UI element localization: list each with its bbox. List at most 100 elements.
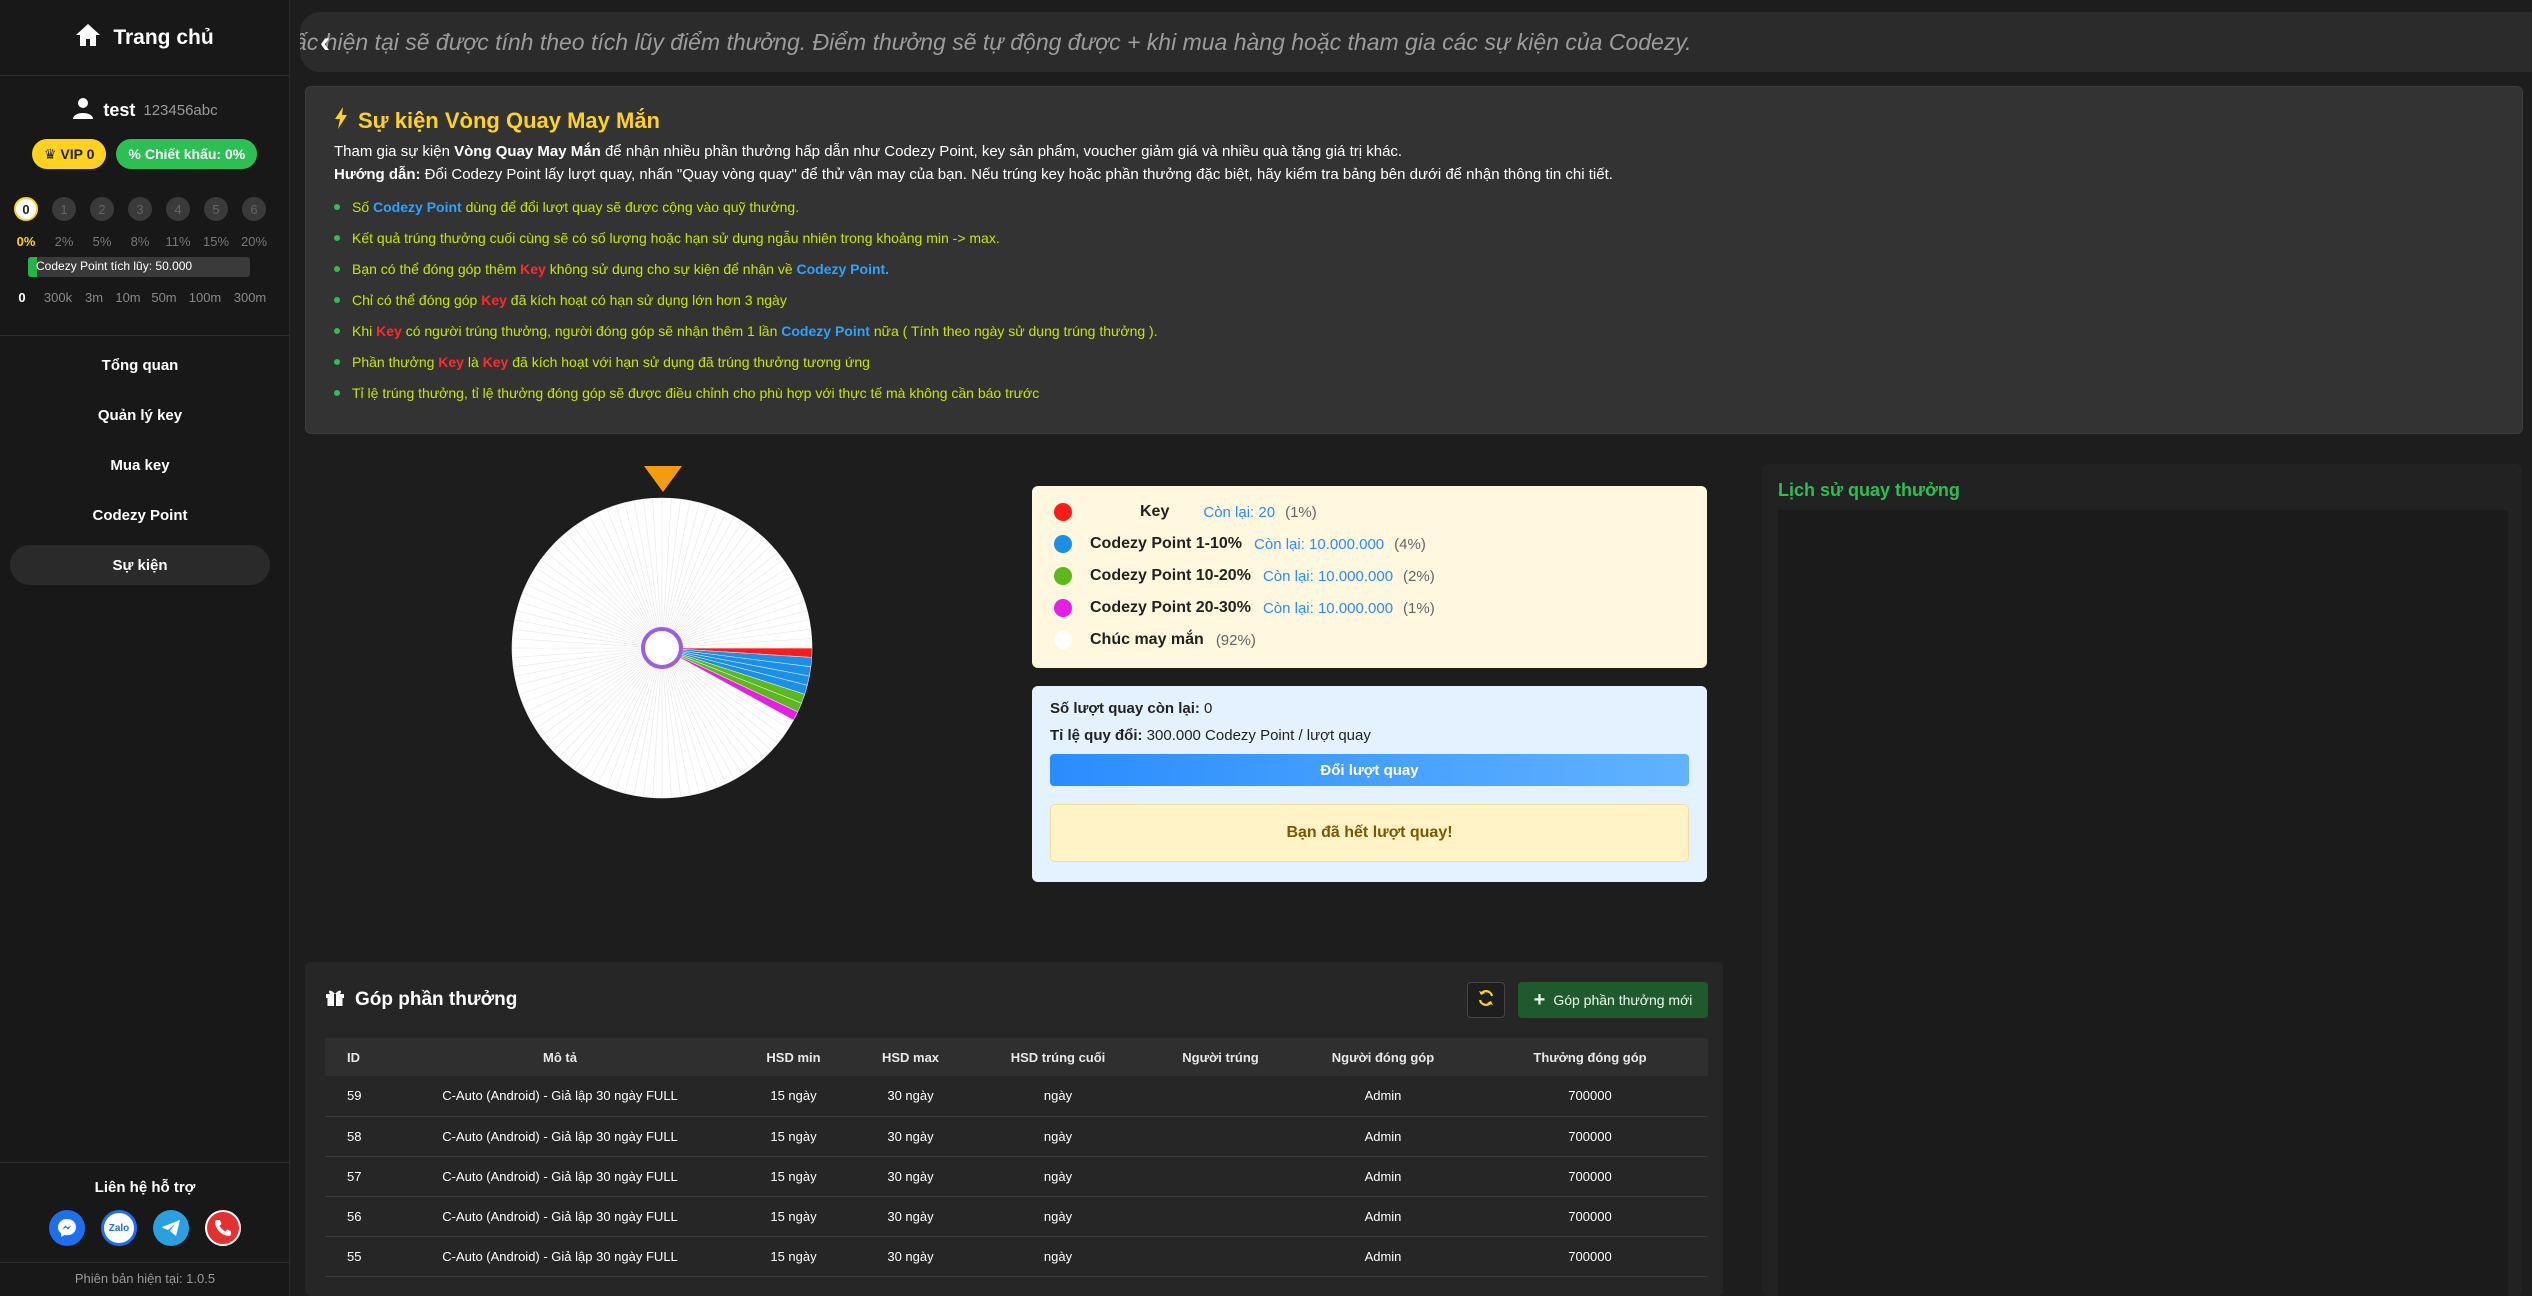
nav-item-codezy-point[interactable]: Codezy Point [10,495,270,535]
table-cell [1147,1076,1294,1117]
level-2: 2 [90,197,114,221]
support-section: Liên hệ hỗ trợ Zalo [0,1162,290,1246]
col-winner: Người trúng [1147,1038,1294,1076]
table-cell: ngày [969,1116,1147,1157]
level-3: 3 [128,197,152,221]
out-of-spins-message: Bạn đã hết lượt quay! [1050,804,1689,862]
legend-row-good-luck: Chúc may mắn (92%) [1054,624,1685,656]
table-cell: 700000 [1472,1076,1708,1117]
nav-item-buy-key[interactable]: Mua key [10,445,270,485]
table-cell: Admin [1294,1156,1472,1197]
level-percent-2: 5% [92,234,112,249]
table-row[interactable]: 58 C-Auto (Android) - Giả lập 30 ngày FUL… [325,1116,1708,1157]
sidebar-collapse-icon[interactable]: ‹ [320,26,330,60]
user-icon [71,96,95,125]
table-cell: C-Auto (Android) - Giả lập 30 ngày FULL [385,1076,735,1117]
table-cell [1147,1236,1294,1277]
plus-icon: + [1533,988,1546,1011]
table-cell: 15 ngày [735,1196,852,1237]
event-info-panel: Sự kiện Vòng Quay May Mắn Tham gia sự ki… [305,86,2523,434]
level-0: 0 [14,197,38,221]
user-id: 123456abc [143,102,218,119]
vip-badge: ♛ VIP 0 [31,139,107,169]
prize-legend: Key Còn lại: 20 (1%) Codezy Point 1-10% … [1032,486,1707,668]
telegram-icon[interactable] [153,1210,189,1246]
exchange-spins-button[interactable]: Đổi lượt quay [1050,754,1689,786]
table-row[interactable]: 56 C-Auto (Android) - Giả lập 30 ngày FUL… [325,1196,1708,1237]
rule-item: Chỉ có thể đóng góp Key đã kích hoạt có … [334,292,2494,308]
table-cell: Admin [1294,1196,1472,1237]
legend-row-key: Key Còn lại: 20 (1%) [1054,496,1685,528]
level-4: 4 [166,197,190,221]
remaining-spins: Số lượt quay còn lại: 0 [1050,700,1213,717]
wheel-hub[interactable] [641,627,683,669]
table-cell: 700000 [1472,1196,1708,1237]
table-cell [1147,1156,1294,1197]
level-percent-1: 2% [54,234,74,249]
table-row[interactable]: 57 C-Auto (Android) - Giả lập 30 ngày FUL… [325,1156,1708,1197]
event-title-text: Sự kiện Vòng Quay May Mắn [358,108,660,133]
lucky-wheel[interactable] [510,466,814,806]
legend-row-point-1-10: Codezy Point 1-10% Còn lại: 10.000.000 (… [1054,528,1685,560]
zalo-icon[interactable]: Zalo [101,1210,137,1246]
table-cell: 30 ngày [852,1076,969,1117]
table-row[interactable]: 59 C-Auto (Android) - Giả lập 30 ngày FUL… [325,1076,1708,1117]
home-icon [75,23,101,53]
percent-icon: % [128,146,141,162]
col-id: ID [325,1038,385,1076]
table-cell: 57 [325,1156,385,1197]
contribution-title-text: Góp phần thưởng [355,989,518,1010]
table-cell: ngày [969,1196,1147,1237]
refresh-button[interactable] [1467,982,1505,1018]
sidebar-nav: Tổng quan Quản lý key Mua key Codezy Poi… [10,345,270,595]
legend-dot [1054,599,1072,617]
table-cell: Admin [1294,1116,1472,1157]
nav-item-overview[interactable]: Tổng quan [10,345,270,385]
table-cell: 59 [325,1076,385,1117]
col-description: Mô tả [385,1038,735,1076]
table-cell: C-Auto (Android) - Giả lập 30 ngày FULL [385,1116,735,1157]
username: test [103,100,136,120]
table-row[interactable]: 55 C-Auto (Android) - Giả lập 30 ngày FUL… [325,1236,1708,1277]
rule-item: Tỉ lệ trúng thưởng, tỉ lệ thưởng đóng gó… [334,385,2494,401]
points-progress-text: Codezy Point tích lũy: 50.000 [36,259,193,273]
nav-item-events[interactable]: Sự kiện [10,545,270,585]
nav-item-key-management[interactable]: Quản lý key [10,395,270,435]
refresh-icon [1477,989,1495,1012]
table-cell: 15 ngày [735,1116,852,1157]
table-cell: 15 ngày [735,1076,852,1117]
table-cell: Admin [1294,1236,1472,1277]
messenger-icon[interactable] [49,1210,85,1246]
spin-panel: Số lượt quay còn lại: 0 Tỉ lệ quy đổi: 3… [1032,686,1707,882]
threshold-6: 300m [233,290,267,305]
table-cell: ngày [969,1076,1147,1117]
table-cell: 700000 [1472,1156,1708,1197]
user-info: test 123456abc [0,96,289,125]
contribution-title: Góp phần thưởng [325,988,517,1012]
legend-dot [1054,535,1072,553]
exchange-rate: Tỉ lệ quy đổi: 300.000 Codezy Point / lư… [1050,727,1371,744]
level-percent-4: 11% [165,234,191,249]
home-link[interactable]: Trang chủ [0,0,289,76]
history-list[interactable] [1778,510,2508,1296]
legend-dot [1054,503,1072,521]
table-cell: 55 [325,1236,385,1277]
wheel-disc[interactable] [510,496,814,800]
crown-icon: ♛ [43,145,57,162]
gift-icon [325,988,345,1012]
table-cell: C-Auto (Android) - Giả lập 30 ngày FULL [385,1196,735,1237]
rule-item: Phần thưởng Key là Key đã kích hoạt với … [334,354,2494,370]
add-contribution-button[interactable]: + Góp phần thưởng mới [1518,982,1708,1018]
phone-icon[interactable] [205,1210,241,1246]
vip-label: VIP 0 [60,146,95,162]
table-cell: ngày [969,1236,1147,1277]
col-hsd-min: HSD min [735,1038,852,1076]
table-cell: 15 ngày [735,1236,852,1277]
event-title: Sự kiện Vòng Quay May Mắn [334,107,2494,135]
table-cell: 30 ngày [852,1236,969,1277]
table-cell: 700000 [1472,1116,1708,1157]
rule-item: Kết quả trúng thưởng cuối cùng sẽ có số … [334,230,2494,246]
wheel-pointer-icon [644,466,682,492]
table-cell: 56 [325,1196,385,1237]
table-cell: 30 ngày [852,1196,969,1237]
